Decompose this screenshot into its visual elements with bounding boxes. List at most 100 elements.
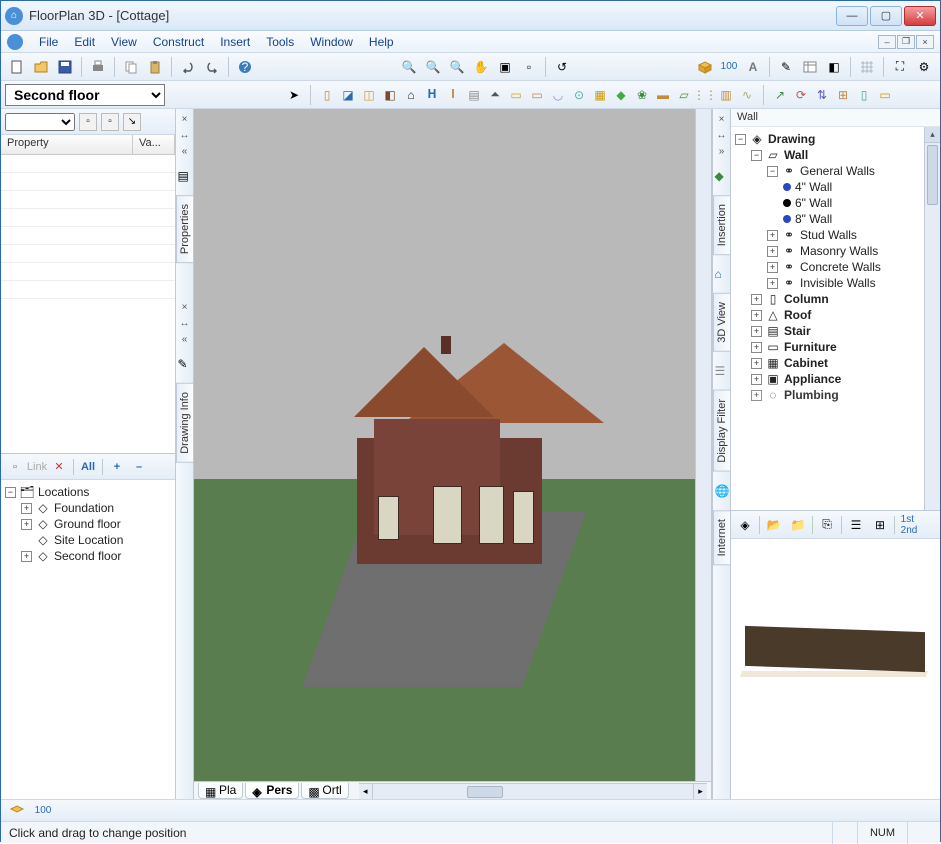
- strip-arrows-icon[interactable]: ↔: [179, 129, 191, 141]
- menu-construct[interactable]: Construct: [145, 35, 212, 49]
- tree-node-locations[interactable]: − 🗂 Locations: [5, 484, 171, 500]
- menu-tools[interactable]: Tools: [258, 35, 302, 49]
- tab-plan[interactable]: ▦Pla: [198, 783, 243, 799]
- help-button[interactable]: ?: [234, 56, 256, 78]
- tree-node-6-wall[interactable]: 6" Wall: [783, 195, 938, 211]
- tab-internet[interactable]: Internet: [713, 510, 730, 565]
- align-tool[interactable]: ▯: [855, 86, 873, 104]
- tree-node-appliance[interactable]: +▣Appliance: [751, 371, 938, 387]
- strip-arrows-icon-2[interactable]: ↔: [179, 317, 191, 329]
- tree-node-concrete-walls[interactable]: +⚭Concrete Walls: [767, 259, 938, 275]
- materials-button[interactable]: ✎: [775, 56, 797, 78]
- appliance-tool[interactable]: ◡: [549, 86, 567, 104]
- preview-btn-grid[interactable]: ⊞: [870, 515, 890, 535]
- deck-tool[interactable]: ▥: [717, 86, 735, 104]
- print-button[interactable]: [87, 56, 109, 78]
- snap-button[interactable]: ⛶: [889, 56, 911, 78]
- tab-properties[interactable]: Properties: [176, 195, 193, 263]
- tab-display-filter[interactable]: Display Filter: [713, 390, 730, 472]
- viewport-hscrollbar[interactable]: ◂ ▸: [359, 783, 707, 799]
- orbit-button[interactable]: ↺: [551, 56, 573, 78]
- properties-col-property[interactable]: Property: [1, 135, 133, 154]
- strip-arrows-icon-r[interactable]: ↔: [716, 129, 728, 141]
- expand-icon[interactable]: +: [21, 503, 32, 514]
- expand-icon[interactable]: +: [751, 374, 762, 385]
- dimension-button[interactable]: 100: [718, 56, 740, 78]
- path-tool[interactable]: ∿: [738, 86, 756, 104]
- camera-tool[interactable]: ⏶: [486, 86, 504, 104]
- expand-icon[interactable]: −: [5, 487, 16, 498]
- tree-node-4-wall[interactable]: 4" Wall: [783, 179, 938, 195]
- preview-btn-sort[interactable]: 1st2nd: [899, 515, 919, 535]
- preview-pane[interactable]: [731, 539, 940, 799]
- terrain-tool[interactable]: ▱: [675, 86, 693, 104]
- tree-node-cabinet[interactable]: +▦Cabinet: [751, 355, 938, 371]
- expand-icon[interactable]: +: [751, 390, 762, 401]
- locations-filter-all[interactable]: All: [78, 458, 98, 476]
- wall-tool[interactable]: ▯: [318, 86, 336, 104]
- library-button[interactable]: [799, 56, 821, 78]
- zoom-in-button[interactable]: 🔍: [398, 56, 420, 78]
- locations-collapse-button[interactable]: –: [129, 458, 149, 476]
- tab-perspective[interactable]: ◈Pers: [245, 783, 299, 799]
- menu-view[interactable]: View: [103, 35, 145, 49]
- minimize-button[interactable]: —: [836, 6, 868, 26]
- open-button[interactable]: [30, 56, 52, 78]
- roof-tool[interactable]: ⌂: [402, 86, 420, 104]
- scroll-up-icon[interactable]: ▴: [925, 127, 940, 143]
- window-tool[interactable]: ◫: [360, 86, 378, 104]
- new-button[interactable]: [6, 56, 28, 78]
- grid-button[interactable]: [856, 56, 878, 78]
- drawing-tree[interactable]: − ◈ Drawing − ▱ Wall − ⚭ General Walls: [731, 127, 940, 511]
- strip-pin-icon-r[interactable]: »: [716, 145, 728, 157]
- locations-btn-new[interactable]: ▫: [5, 458, 25, 476]
- tree-node-plumbing[interactable]: +◌Plumbing: [751, 387, 938, 403]
- properties-filter-select[interactable]: [5, 113, 75, 131]
- expand-icon[interactable]: +: [751, 358, 762, 369]
- symbol-tool[interactable]: ▬: [654, 86, 672, 104]
- properties-col-value[interactable]: Va...: [133, 135, 175, 154]
- text-button[interactable]: A: [742, 56, 764, 78]
- stair-tool[interactable]: ▤: [465, 86, 483, 104]
- properties-btn-1[interactable]: ▫: [79, 113, 97, 131]
- menu-file[interactable]: File: [31, 35, 66, 49]
- preview-btn-list[interactable]: ☰: [846, 515, 866, 535]
- locations-tree[interactable]: − 🗂 Locations + ◇ Foundation + ◇ Ground …: [1, 480, 175, 799]
- tree-node-ground-floor[interactable]: + ◇ Ground floor: [21, 516, 171, 532]
- 3d-view-button[interactable]: [694, 56, 716, 78]
- rotate-tool[interactable]: ⟳: [792, 86, 810, 104]
- expand-icon[interactable]: +: [767, 230, 778, 241]
- strip-close-icon[interactable]: ×: [179, 113, 191, 125]
- tree-node-general-walls[interactable]: − ⚭ General Walls: [767, 163, 938, 179]
- expand-icon[interactable]: +: [21, 551, 32, 562]
- plant-tool[interactable]: ❀: [633, 86, 651, 104]
- tab-insertion[interactable]: Insertion: [713, 195, 730, 255]
- move-tool[interactable]: ↗: [771, 86, 789, 104]
- strip-close-icon-r[interactable]: ×: [716, 113, 728, 125]
- preview-btn-1[interactable]: ◈: [735, 515, 755, 535]
- expand-icon[interactable]: −: [751, 150, 762, 161]
- tree-node-invisible-walls[interactable]: +⚭Invisible Walls: [767, 275, 938, 291]
- furniture-tool[interactable]: ▭: [507, 86, 525, 104]
- layers-button[interactable]: ◧: [823, 56, 845, 78]
- copy-button[interactable]: [120, 56, 142, 78]
- save-button[interactable]: [54, 56, 76, 78]
- expand-icon[interactable]: +: [767, 262, 778, 273]
- strip-pin-icon[interactable]: «: [179, 145, 191, 157]
- preview-btn-save[interactable]: 📁: [788, 515, 808, 535]
- strip-close-icon-2[interactable]: ×: [179, 301, 191, 313]
- tree-node-drawing[interactable]: − ◈ Drawing: [735, 131, 938, 147]
- properties-grid[interactable]: [1, 155, 175, 453]
- tree-node-8-wall[interactable]: 8" Wall: [783, 211, 938, 227]
- expand-icon[interactable]: +: [751, 294, 762, 305]
- plumbing-tool[interactable]: ⊙: [570, 86, 588, 104]
- beam-tool[interactable]: 𝐈: [444, 86, 462, 104]
- lowbar-3d-button[interactable]: [7, 802, 27, 820]
- opening-tool[interactable]: ◧: [381, 86, 399, 104]
- locations-expand-button[interactable]: +: [107, 458, 127, 476]
- expand-icon[interactable]: −: [735, 134, 746, 145]
- properties-btn-3[interactable]: ↘: [123, 113, 141, 131]
- close-button[interactable]: ✕: [904, 6, 936, 26]
- expand-icon[interactable]: +: [751, 310, 762, 321]
- maximize-button[interactable]: ▢: [870, 6, 902, 26]
